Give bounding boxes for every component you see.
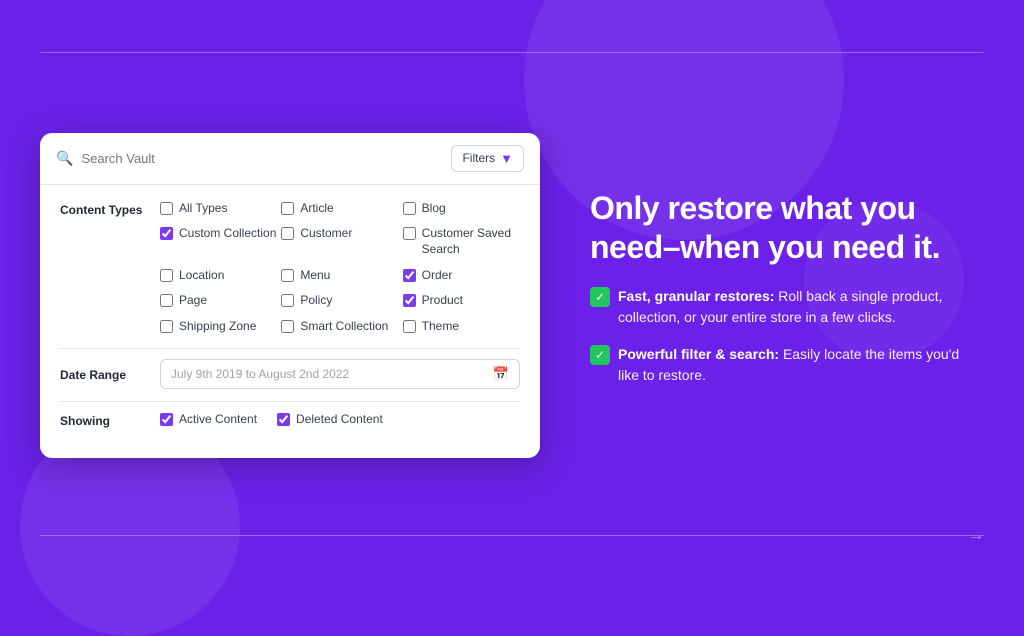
checkbox-deleted-content[interactable] — [277, 413, 290, 426]
right-panel: Only restore what you need–when you need… — [580, 189, 984, 402]
checkbox-label: Page — [179, 293, 207, 309]
date-range-label: Date Range — [60, 366, 160, 382]
content-types-label: Content Types — [60, 201, 160, 217]
checkbox-label: Order — [422, 268, 453, 284]
checkbox-customer-saved-search[interactable] — [403, 227, 416, 240]
checkbox-page[interactable] — [160, 294, 173, 307]
checkbox-location[interactable] — [160, 269, 173, 282]
check-icon-2: ✓ — [590, 345, 610, 365]
checkbox-menu[interactable] — [281, 269, 294, 282]
list-item[interactable]: Active Content — [160, 412, 257, 428]
section-divider — [60, 348, 520, 349]
feature-text-1: Fast, granular restores: Roll back a sin… — [618, 286, 984, 328]
checkbox-label: Customer Saved Search — [422, 226, 520, 257]
content-types-section: Content Types All Types Article Blog — [60, 201, 520, 335]
filter-funnel-icon: ▼ — [500, 151, 513, 166]
checkbox-label: Blog — [422, 201, 446, 217]
checkboxes-grid: All Types Article Blog Custom Collection — [160, 201, 520, 335]
checkbox-label: Product — [422, 293, 463, 309]
checkbox-shipping-zone[interactable] — [160, 320, 173, 333]
feature-title-2: Powerful filter & search: — [618, 346, 779, 362]
checkbox-all-types[interactable] — [160, 202, 173, 215]
date-range-input[interactable]: July 9th 2019 to August 2nd 2022 📅 — [160, 359, 520, 389]
feature-item-2: ✓ Powerful filter & search: Easily locat… — [590, 344, 984, 386]
checkbox-label: Customer — [300, 226, 352, 242]
checkbox-label: Deleted Content — [296, 412, 383, 428]
feature-item-1: ✓ Fast, granular restores: Roll back a s… — [590, 286, 984, 328]
showing-section: Showing Active Content Deleted Content — [60, 412, 520, 428]
checkbox-label: Theme — [422, 319, 459, 335]
checkbox-smart-collection[interactable] — [281, 320, 294, 333]
showing-checkboxes: Active Content Deleted Content — [160, 412, 383, 428]
list-item[interactable]: Custom Collection — [160, 226, 277, 257]
list-item[interactable]: Deleted Content — [277, 412, 383, 428]
feature-title-1: Fast, granular restores: — [618, 288, 774, 304]
checkbox-order[interactable] — [403, 269, 416, 282]
checkbox-theme[interactable] — [403, 320, 416, 333]
list-item[interactable]: Shipping Zone — [160, 319, 277, 335]
checkbox-label: Active Content — [179, 412, 257, 428]
search-icon: 🔍 — [56, 150, 73, 167]
feature-text-2: Powerful filter & search: Easily locate … — [618, 344, 984, 386]
arrow-icon: → — [968, 527, 984, 545]
checkbox-label: Location — [179, 268, 224, 284]
list-item[interactable]: Smart Collection — [281, 319, 398, 335]
list-item[interactable]: Theme — [403, 319, 520, 335]
checkbox-label: All Types — [179, 201, 227, 217]
headline: Only restore what you need–when you need… — [590, 189, 984, 266]
checkbox-label: Menu — [300, 268, 330, 284]
date-range-section: Date Range July 9th 2019 to August 2nd 2… — [60, 359, 520, 389]
checkbox-custom-collection[interactable] — [160, 227, 173, 240]
check-icon-1: ✓ — [590, 287, 610, 307]
checkbox-label: Policy — [300, 293, 332, 309]
list-item[interactable]: Policy — [281, 293, 398, 309]
top-divider — [40, 52, 984, 53]
checkbox-customer[interactable] — [281, 227, 294, 240]
list-item[interactable]: All Types — [160, 201, 277, 217]
checkbox-label: Smart Collection — [300, 319, 388, 335]
checkbox-active-content[interactable] — [160, 413, 173, 426]
list-item[interactable]: Customer Saved Search — [403, 226, 520, 257]
checkbox-label: Article — [300, 201, 333, 217]
calendar-icon: 📅 — [493, 366, 509, 382]
checkbox-blog[interactable] — [403, 202, 416, 215]
list-item[interactable]: Article — [281, 201, 398, 217]
checkbox-label: Custom Collection — [179, 226, 276, 242]
bottom-divider: → — [40, 535, 984, 536]
list-item[interactable]: Product — [403, 293, 520, 309]
list-item[interactable]: Location — [160, 268, 277, 284]
search-input[interactable] — [81, 151, 443, 166]
showing-label: Showing — [60, 412, 160, 428]
search-bar: 🔍 Filters ▼ — [40, 133, 540, 185]
list-item[interactable]: Menu — [281, 268, 398, 284]
main-container: 🔍 Filters ▼ Content Types All Types — [40, 70, 984, 521]
checkbox-article[interactable] — [281, 202, 294, 215]
checkbox-label: Shipping Zone — [179, 319, 256, 335]
list-item[interactable]: Page — [160, 293, 277, 309]
section-divider-2 — [60, 401, 520, 402]
card-content: Content Types All Types Article Blog — [40, 185, 540, 459]
checkbox-product[interactable] — [403, 294, 416, 307]
ui-card: 🔍 Filters ▼ Content Types All Types — [40, 133, 540, 459]
date-range-value: July 9th 2019 to August 2nd 2022 — [171, 367, 485, 381]
filters-button[interactable]: Filters ▼ — [451, 145, 524, 172]
list-item[interactable]: Customer — [281, 226, 398, 257]
checkbox-policy[interactable] — [281, 294, 294, 307]
list-item[interactable]: Blog — [403, 201, 520, 217]
filters-label: Filters — [462, 151, 495, 165]
list-item[interactable]: Order — [403, 268, 520, 284]
